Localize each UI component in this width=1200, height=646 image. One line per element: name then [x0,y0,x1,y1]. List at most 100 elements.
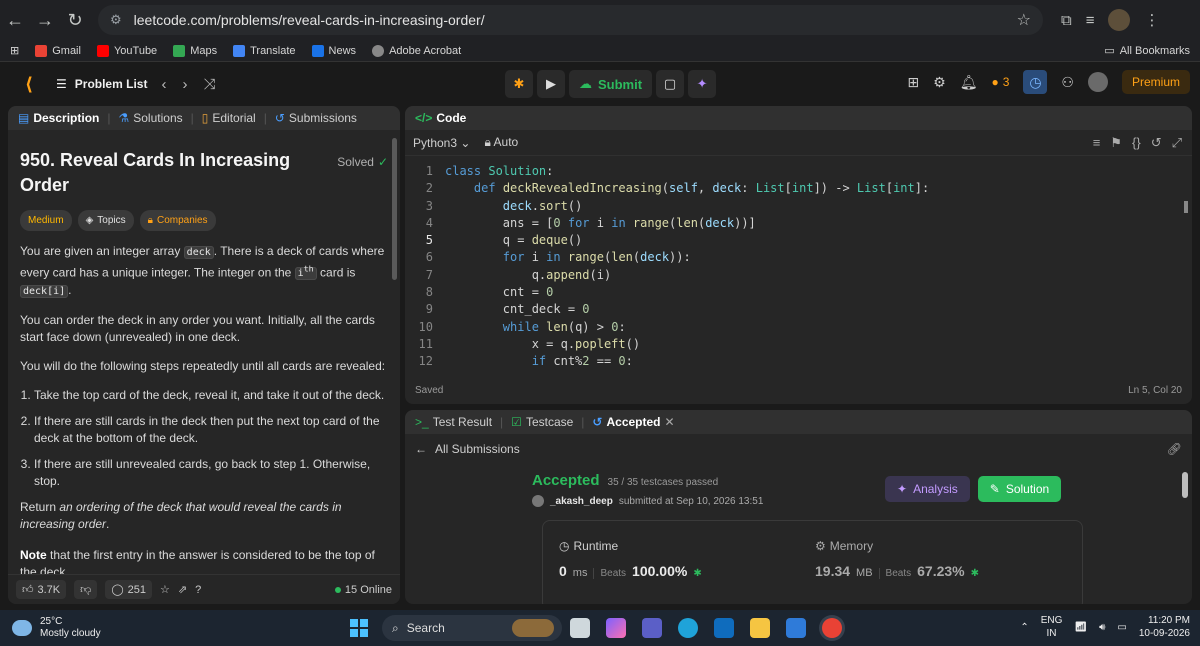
problem-list-button[interactable]: ☰ Problem List [56,77,147,91]
code-line[interactable]: 6 for i in range(len(deck)): [405,249,1192,266]
code-line[interactable]: 2 def deckRevealedIncreasing(self, deck:… [405,180,1192,197]
tab-accepted[interactable]: ↺ Accepted ✕ [592,415,674,429]
code-line[interactable]: 1 class Solution: [405,163,1192,180]
code-line[interactable]: 9 cnt_deck = 0 [405,301,1192,318]
address-bar[interactable]: ⚙ leetcode.com/problems/reveal-cards-in-… [98,5,1043,35]
code-line[interactable]: 3 deck.sort() [405,198,1192,215]
tab-description[interactable]: ▤ Description [18,111,99,125]
comments-button[interactable]: ◯ 251 [105,580,152,599]
problem-title[interactable]: 950. Reveal Cards In Increasing Order [20,148,300,198]
debug-button[interactable]: ✱ [505,70,533,98]
forward-icon[interactable]: → [30,10,60,31]
timer-icon[interactable]: ◷ [1023,70,1048,94]
analysis-button[interactable]: ✦ Analysis [885,476,970,502]
ai-button[interactable]: ✦ [688,70,717,98]
extensions-icon[interactable]: ⧉ [1061,12,1072,29]
language-select[interactable]: Python3 ⌄ [413,136,470,150]
braces-icon[interactable]: {} [1132,135,1141,151]
topics-chip[interactable]: ◈ Topics [77,210,134,231]
language-indicator[interactable]: ENG IN [1041,614,1063,640]
reading-list-icon[interactable]: ≡ [1086,12,1095,29]
like-button[interactable]: 👍︎ 3.7K [16,580,67,599]
file-explorer-icon[interactable] [750,618,770,638]
settings-icon[interactable]: ⚙ [933,74,946,91]
memory-stat[interactable]: ⚙ Memory 19.34 MB Beats 67.23% ✱ [815,539,979,579]
teams-icon[interactable] [642,618,662,638]
premium-button[interactable]: Premium [1121,70,1190,94]
bookmark-translate[interactable]: Translate [233,44,296,57]
code-line[interactable]: 7 q.append(i) [405,267,1192,284]
tab-submissions[interactable]: ↺ Submissions [275,111,357,125]
profile-avatar[interactable] [1108,9,1131,31]
bookmark-gmail[interactable]: Gmail [35,44,81,57]
all-submissions-link[interactable]: ← All Submissions 🔗︎ [405,434,1192,464]
app-icon[interactable] [786,618,806,638]
clock[interactable]: 11:20 PM 10-09-2026 [1139,614,1190,640]
avatar[interactable] [532,495,544,507]
windows-start-icon[interactable] [350,619,368,637]
battery-icon[interactable]: ▭ [1117,621,1126,634]
copilot-icon[interactable] [606,618,626,638]
avatar[interactable] [1087,72,1108,92]
bookmark-icon[interactable]: ⚑ [1110,135,1122,151]
wifi-icon[interactable]: 📶︎ [1074,621,1087,634]
bookmark-news[interactable]: News [311,44,356,57]
site-settings-icon[interactable]: ⚙ [110,12,122,28]
runtime-stat[interactable]: ◷ Runtime 0 ms Beats 100.00% ✱ [559,539,702,579]
code-line[interactable]: 4 ans = [0 for i in range(len(deck))] [405,215,1192,232]
code-line[interactable]: 12 if cnt%2 == 0: [405,353,1192,370]
code-line[interactable]: 10 while len(q) > 0: [405,319,1192,336]
solution-button[interactable]: ✎ Solution [977,476,1062,502]
link-icon[interactable]: 🔗︎ [1167,442,1182,456]
tab-testcase[interactable]: ☑ Testcase [511,415,573,429]
share-icon[interactable]: ⇗ [178,583,187,596]
code-line[interactable]: 11 x = q.popleft() [405,336,1192,353]
tab-test-result[interactable]: >_ Test Result [415,415,492,429]
bookmark-youtube[interactable]: YouTube [96,44,157,57]
prev-problem-icon[interactable]: ‹ [161,76,166,93]
volume-icon[interactable]: 🔊︎ [1099,621,1105,634]
leetcode-logo-icon[interactable]: ⟨ [18,73,40,95]
bookmark-maps[interactable]: Maps [173,44,217,57]
auto-mode-toggle[interactable]: 🔒︎ Auto [484,135,518,150]
submit-button[interactable]: ☁ Submit [569,70,653,98]
outlook-icon[interactable] [714,618,734,638]
star-icon[interactable]: ☆ [160,583,170,596]
tab-solutions[interactable]: ⚗ Solutions [118,111,182,125]
edge-icon[interactable] [678,618,698,638]
chrome-icon[interactable] [822,618,842,638]
format-icon[interactable]: ≡ [1093,135,1101,151]
menu-icon[interactable]: ⋮ [1144,11,1159,29]
tab-code[interactable]: </> Code [415,111,466,125]
reload-icon[interactable]: ↻ [60,10,90,31]
taskbar-search[interactable]: ⌕ Search [382,615,562,641]
reset-icon[interactable]: ↺ [1151,135,1162,151]
back-icon[interactable]: ← [0,10,30,31]
all-bookmarks[interactable]: ▭ All Bookmarks [1104,44,1190,58]
chevron-up-icon[interactable]: ⌃ [1020,621,1028,634]
help-icon[interactable]: ? [195,584,201,596]
code-line[interactable]: 8 cnt = 0 [405,284,1192,301]
shuffle-icon[interactable]: ⤨ [203,76,215,93]
streak-counter[interactable]: ● 3 [991,75,1009,89]
bookmark-adobe-acrobat[interactable]: Adobe Acrobat [372,44,461,57]
code-line[interactable]: 5 q = deque() [405,232,1192,249]
bookmark-star-icon[interactable]: ☆ [1017,10,1031,30]
dislike-button[interactable]: 👎︎ [74,580,98,599]
next-problem-icon[interactable]: › [182,76,187,93]
close-icon[interactable]: ✕ [665,415,675,429]
scrollbar[interactable] [1184,201,1188,213]
add-friend-icon[interactable]: ⚇ [1061,74,1074,91]
notes-button[interactable]: ▢ [656,70,685,98]
layout-icon[interactable]: ⊞ [907,74,919,91]
tab-editorial[interactable]: ▯ Editorial [202,111,256,125]
code-editor[interactable]: 1 class Solution: 2 def deckRevealedIncrea… [405,156,1192,371]
bell-icon[interactable]: 🔔︎ [960,74,978,91]
weather-widget[interactable]: 25°C Mostly cloudy [12,616,101,640]
run-button[interactable]: ▶ [537,70,565,98]
expand-icon[interactable]: ⤢ [1172,135,1182,151]
companies-chip[interactable]: 🔒︎ Companies [139,210,216,231]
apps-icon[interactable]: ⊞ [10,44,19,57]
scrollbar[interactable] [1182,472,1188,498]
task-view-icon[interactable] [570,618,590,638]
